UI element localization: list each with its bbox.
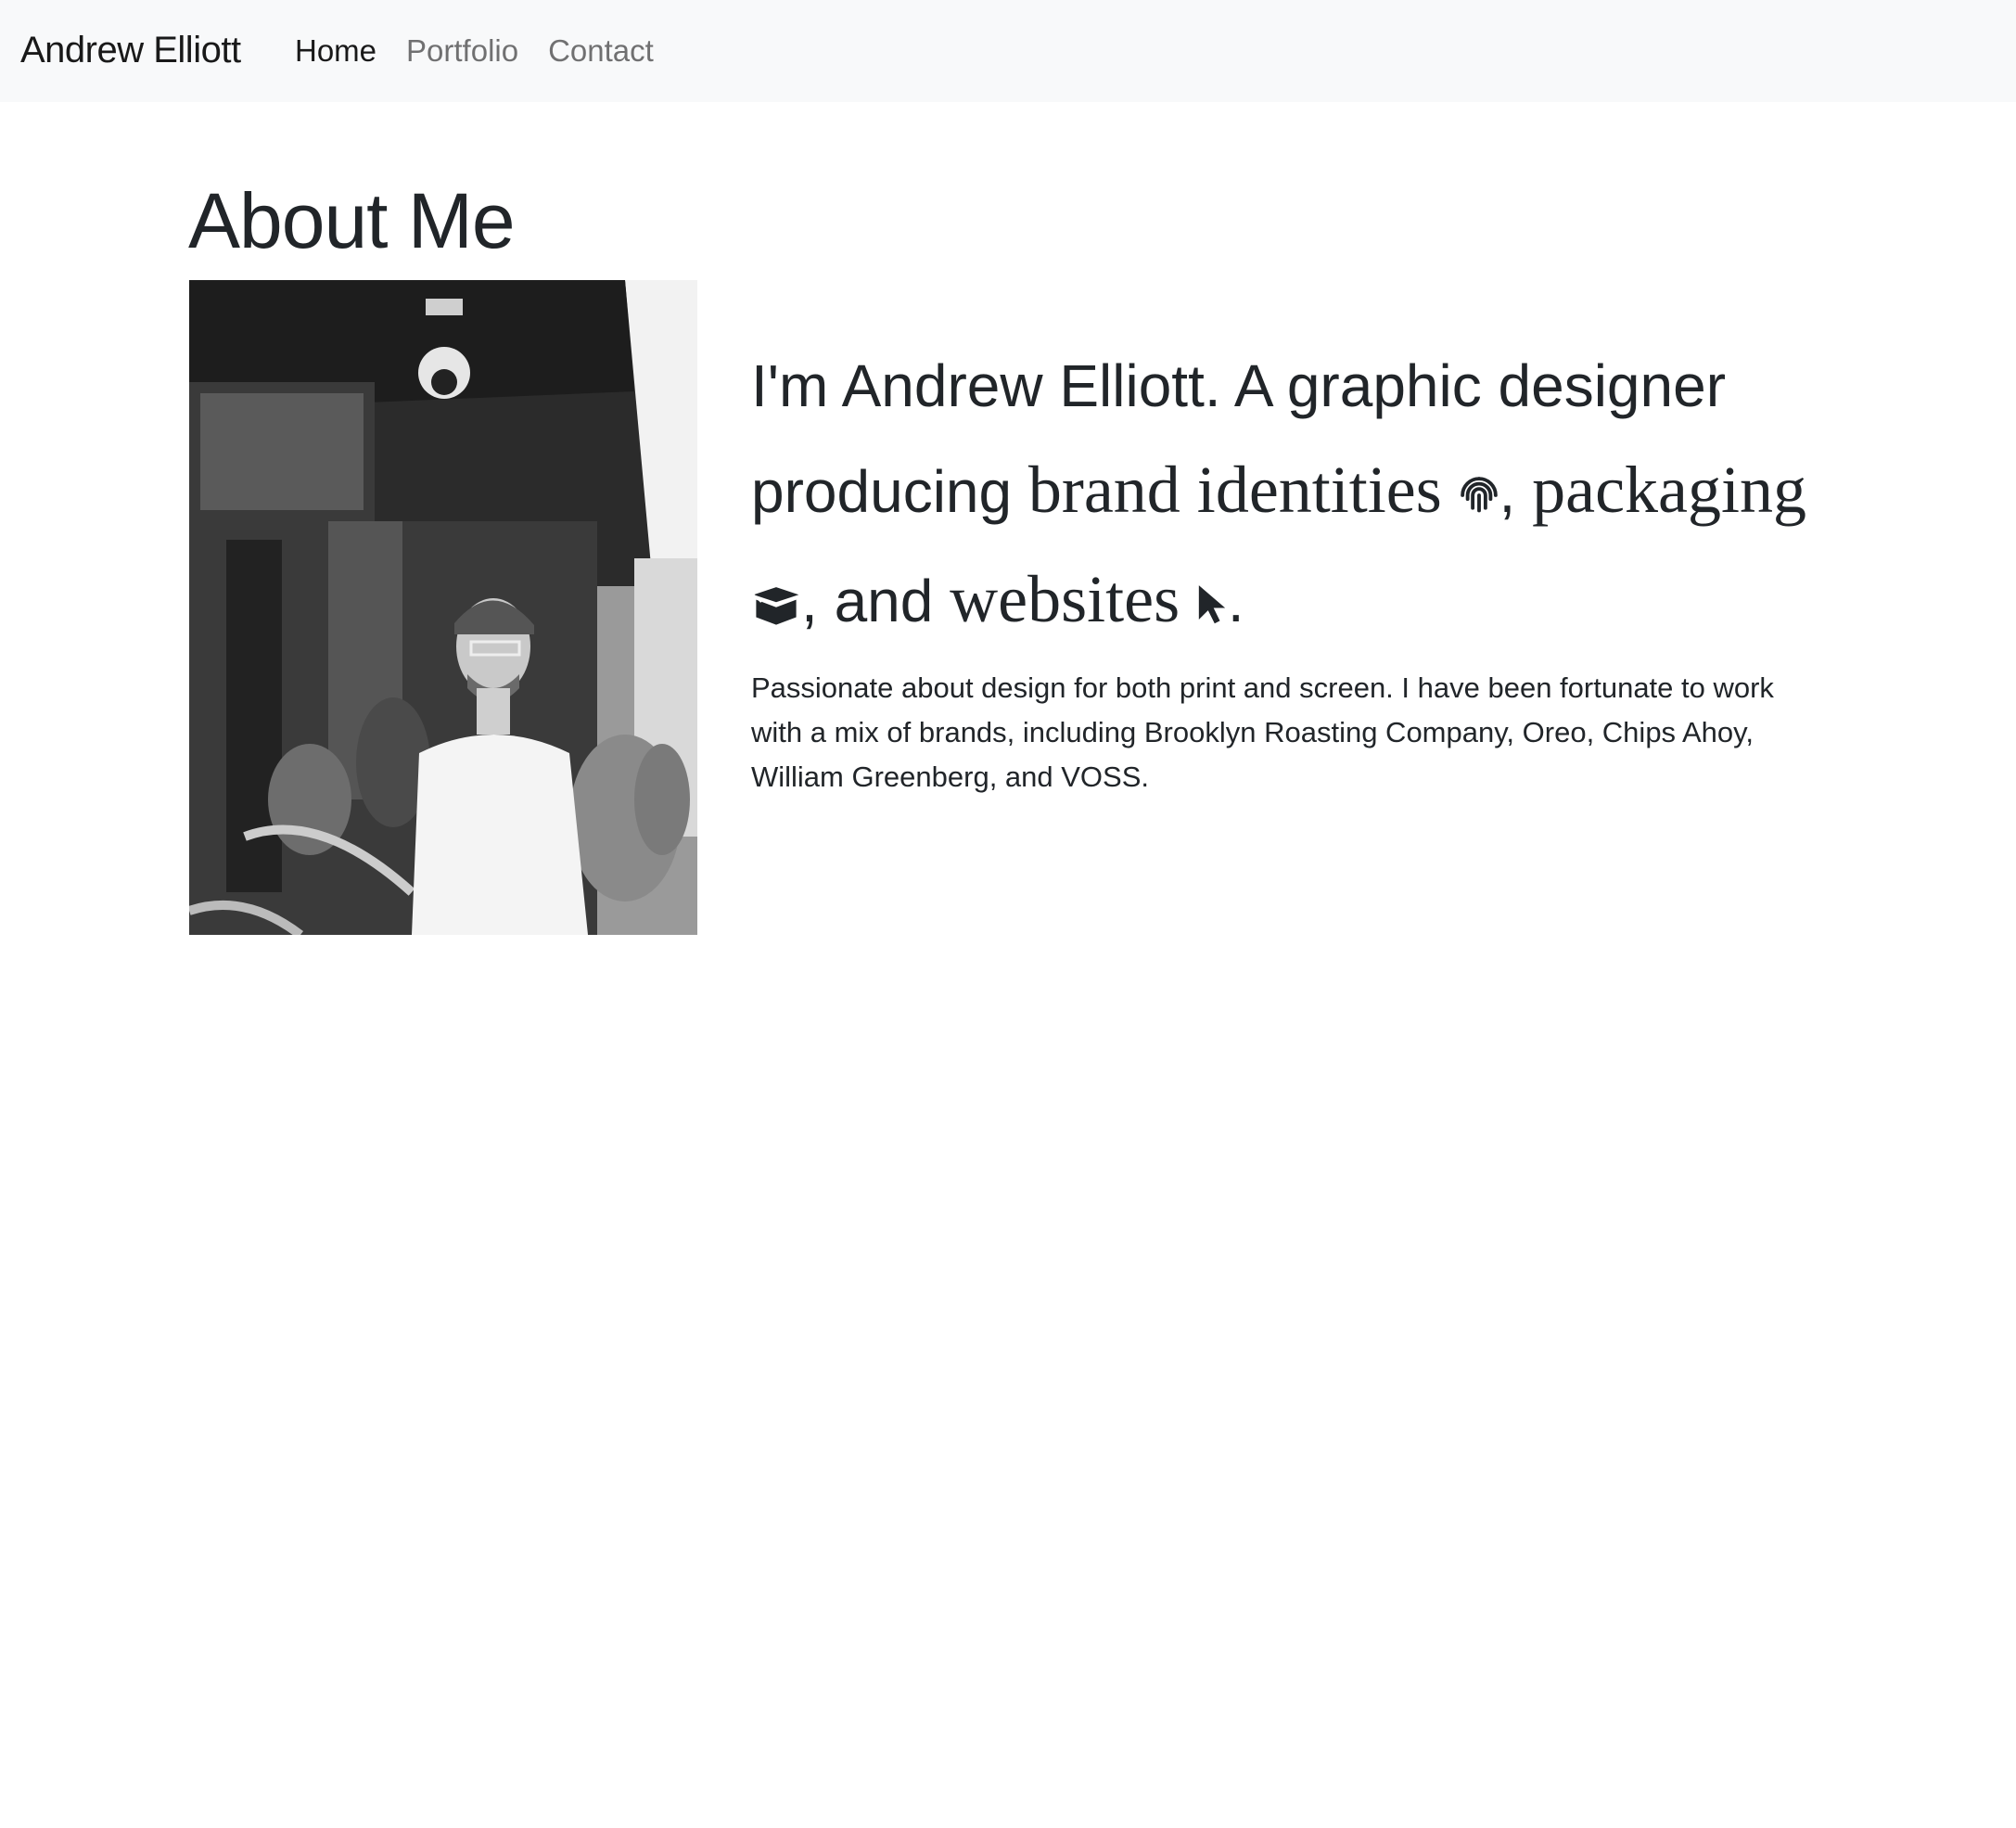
- portrait-photo: [189, 280, 697, 935]
- nav-link-home[interactable]: Home: [295, 30, 376, 72]
- headline-packaging: packaging: [1532, 453, 1806, 527]
- headline-period: .: [1227, 568, 1244, 634]
- nav-links: Home Portfolio Contact: [295, 30, 654, 72]
- headline-websites: websites: [950, 562, 1180, 636]
- page-title: About Me: [188, 177, 516, 264]
- brand-link[interactable]: Andrew Elliott: [20, 26, 241, 74]
- nav-link-contact[interactable]: Contact: [548, 30, 654, 72]
- box-icon: [751, 553, 801, 657]
- nav-link-portfolio[interactable]: Portfolio: [406, 30, 518, 72]
- headline-comma: ,: [1499, 458, 1516, 525]
- cursor-icon: [1196, 553, 1228, 657]
- headline-brand-identities: brand identities: [1027, 453, 1442, 527]
- headline-and: , and: [801, 568, 951, 634]
- headline: I'm Andrew Elliott. A graphic designer p…: [751, 334, 1827, 657]
- navbar: Andrew Elliott Home Portfolio Contact: [0, 0, 2016, 102]
- fingerprint-icon: [1459, 443, 1499, 547]
- bio-paragraph: Passionate about design for both print a…: [751, 671, 1774, 793]
